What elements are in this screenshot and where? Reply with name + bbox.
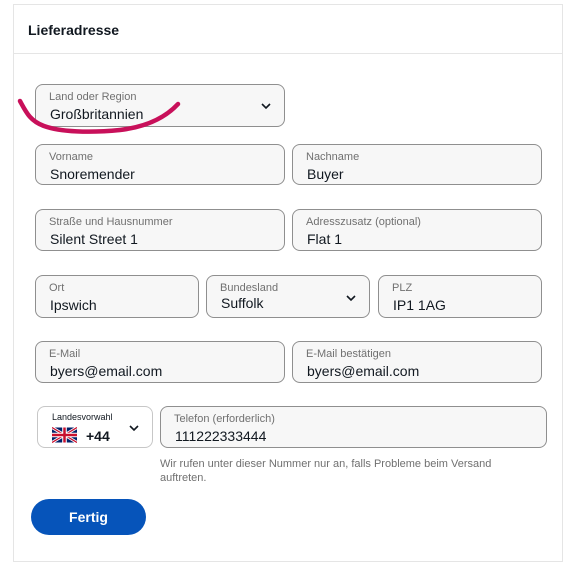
last-name-field[interactable]: Nachname Buyer [292,144,542,185]
first-name-value: Snoremender [50,166,135,182]
chevron-down-icon [261,103,271,110]
chevron-down-icon [129,425,139,432]
country-value: Großbritannien [50,106,144,122]
email-confirm-label: E-Mail bestätigen [306,348,391,360]
street-label: Straße und Hausnummer [49,216,173,228]
email-confirm-field[interactable]: E-Mail bestätigen byers@email.com [292,341,542,383]
card-header: Lieferadresse [14,5,562,54]
country-code-value: +44 [86,428,110,444]
state-label: Bundesland [220,282,279,294]
address2-label: Adresszusatz (optional) [306,216,421,228]
address2-field[interactable]: Adresszusatz (optional) Flat 1 [292,209,542,251]
state-select[interactable]: Bundesland Suffolk [206,275,370,318]
phone-help-text: Wir rufen unter dieser Nummer nur an, fa… [160,458,492,484]
state-value: Suffolk [221,295,264,311]
country-code-label: Landesvorwahl [52,412,113,422]
email-confirm-value: byers@email.com [307,363,420,379]
uk-flag-icon [52,427,77,443]
page-title: Lieferadresse [28,22,120,38]
city-label: Ort [49,282,65,294]
last-name-label: Nachname [306,151,360,163]
done-button[interactable]: Fertig [31,499,146,535]
last-name-value: Buyer [307,166,344,182]
phone-value: 111222333444 [175,428,267,444]
city-value: Ipswich [50,297,97,313]
city-field[interactable]: Ort Ipswich [35,275,199,318]
email-value: byers@email.com [50,363,163,379]
country-select[interactable]: Land oder Region Großbritannien [35,84,285,127]
country-code-select[interactable]: Landesvorwahl +44 [37,406,153,448]
street-value: Silent Street 1 [50,231,138,247]
street-field[interactable]: Straße und Hausnummer Silent Street 1 [35,209,285,251]
first-name-field[interactable]: Vorname Snoremender [35,144,285,185]
zip-label: PLZ [392,282,413,294]
country-label: Land oder Region [49,91,137,103]
email-field[interactable]: E-Mail byers@email.com [35,341,285,383]
zip-field[interactable]: PLZ IP1 1AG [378,275,542,318]
phone-label: Telefon (erforderlich) [174,413,275,425]
phone-field[interactable]: Telefon (erforderlich) 111222333444 [160,406,547,448]
email-label: E-Mail [49,348,81,360]
zip-value: IP1 1AG [393,297,446,313]
chevron-down-icon [346,295,356,302]
first-name-label: Vorname [49,151,94,163]
address2-value: Flat 1 [307,231,343,247]
